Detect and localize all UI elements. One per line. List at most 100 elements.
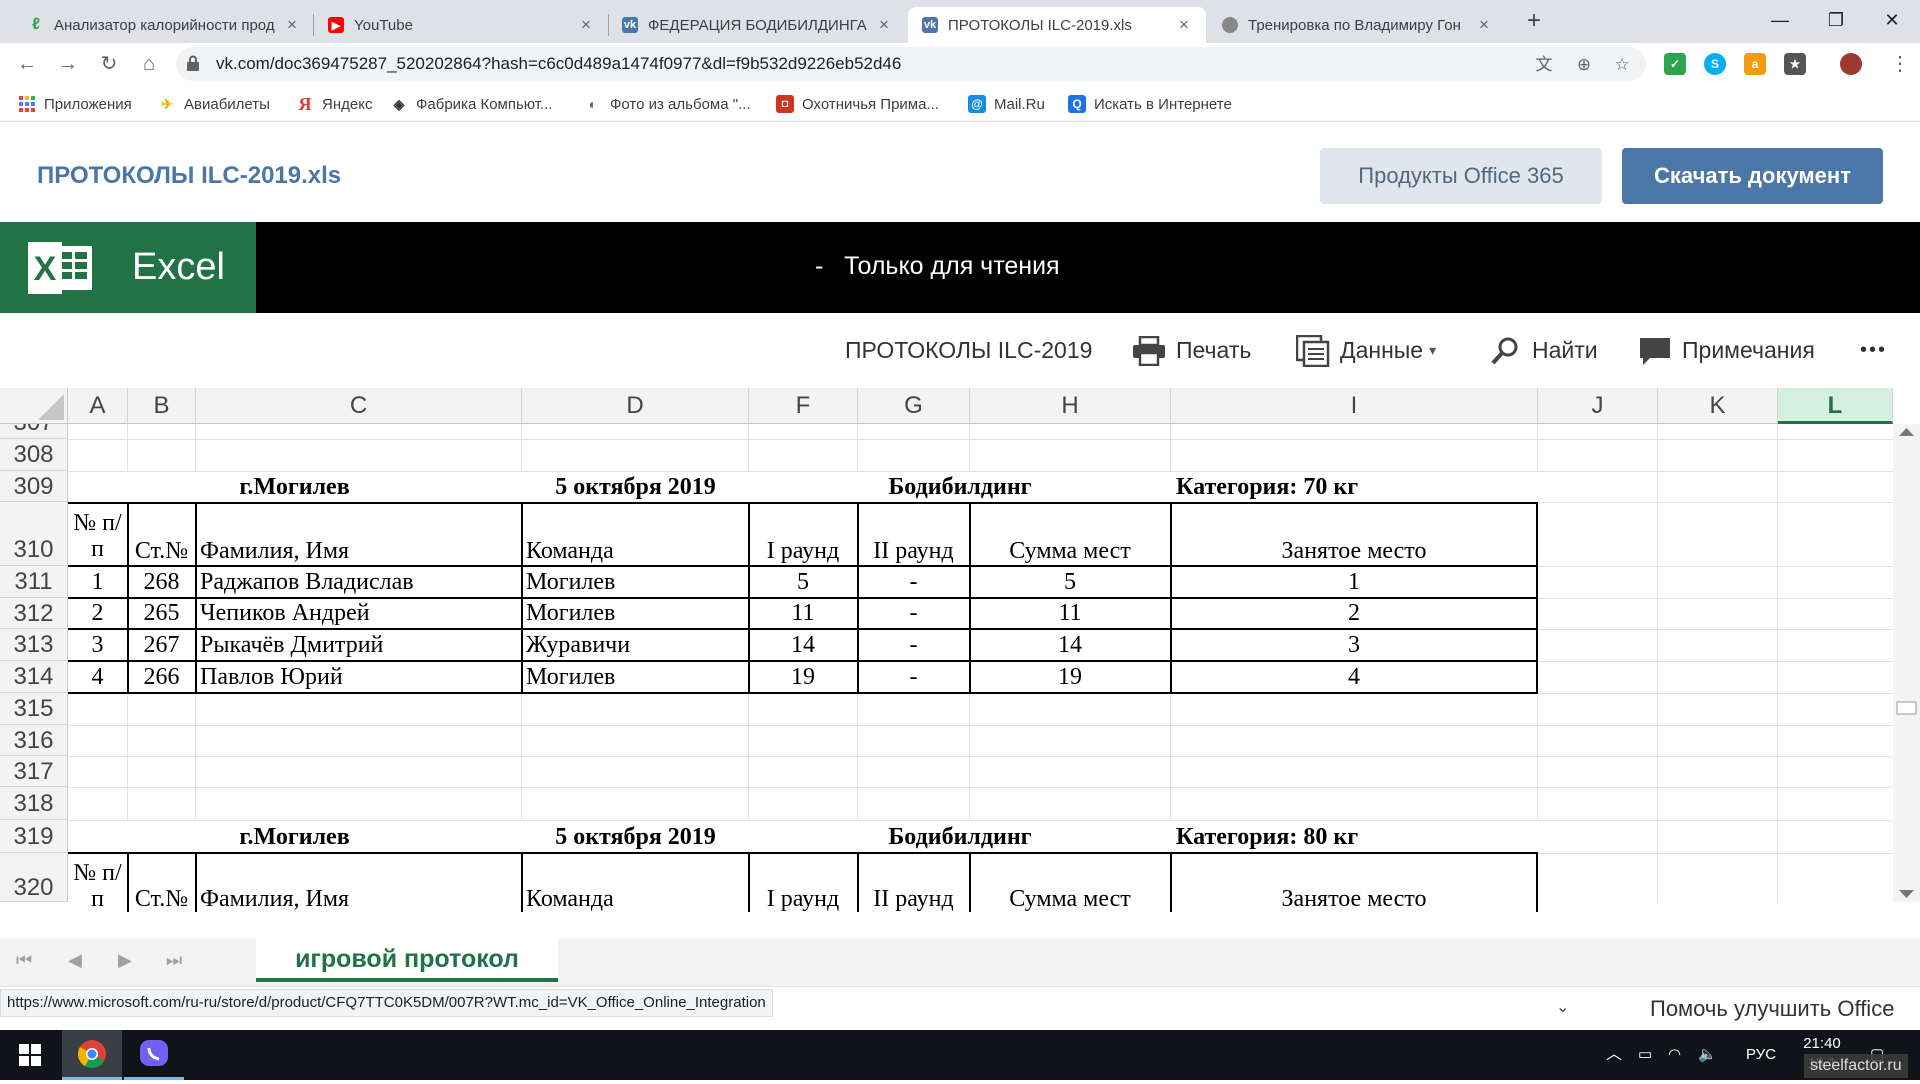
viber-taskbar-icon[interactable] (124, 1030, 184, 1080)
cell-header-round2[interactable]: II раунд (858, 538, 969, 565)
cell-category[interactable]: Категория: 80 кг (1176, 824, 1358, 851)
row-header[interactable]: 313 (0, 629, 68, 661)
cell-team[interactable]: Могилев (526, 600, 615, 627)
office-products-button[interactable]: Продукты Office 365 (1320, 148, 1602, 204)
extension-check-icon[interactable]: ✓ (1664, 53, 1686, 75)
avatar[interactable] (1840, 53, 1862, 75)
volume-icon[interactable]: 🔈 (1698, 1030, 1717, 1080)
column-header[interactable]: C (196, 388, 522, 424)
row-header[interactable]: 314 (0, 661, 68, 693)
cell-sport[interactable]: Бодибилдинг (749, 824, 1171, 851)
bookmark-item[interactable]: @ Mail.Ru (968, 86, 1045, 122)
bookmark-item[interactable]: ◘ Охотничья Прима... (776, 86, 939, 122)
cell-start[interactable]: 268 (128, 569, 195, 596)
bookmark-item[interactable]: ✈ Авиабилеты (158, 86, 270, 122)
cell-date[interactable]: 5 октября 2019 (522, 824, 749, 851)
extension-star-icon[interactable]: ★ (1784, 53, 1806, 75)
address-bar[interactable]: vk.com/doc369475287_520202864?hash=c6c0d… (176, 47, 1646, 81)
next-sheet-icon[interactable]: ▶ (118, 950, 132, 971)
cell-header-round1[interactable]: I раунд (749, 886, 857, 912)
cell-sum[interactable]: 14 (970, 632, 1170, 659)
bookmark-item[interactable]: Q Искать в Интернете (1068, 86, 1232, 122)
close-window-button[interactable]: ✕ (1864, 0, 1920, 40)
first-sheet-icon[interactable]: ⏮ (16, 950, 32, 971)
maximize-button[interactable]: ❐ (1808, 0, 1864, 40)
row-header[interactable]: 318 (0, 787, 68, 820)
cell-header-num[interactable]: № п/ п (68, 510, 127, 562)
cell-sport[interactable]: Бодибилдинг (749, 474, 1171, 501)
cell-start[interactable]: 265 (128, 600, 195, 627)
battery-icon[interactable]: ▭ (1638, 1030, 1652, 1080)
cell-name[interactable]: Рыкачёв Дмитрий (200, 632, 383, 659)
data-menu-button[interactable]: Данные ▾ (1296, 313, 1436, 388)
cell-round1[interactable]: 11 (749, 600, 857, 627)
select-all-corner[interactable] (0, 388, 68, 424)
bookmark-item[interactable]: Я Яндекс (296, 86, 373, 122)
browser-tab[interactable]: ▶ YouTube × (314, 7, 608, 43)
cell-team[interactable]: Журавичи (526, 632, 630, 659)
column-header[interactable]: K (1658, 388, 1778, 424)
scroll-thumb[interactable] (1896, 701, 1917, 715)
scroll-down-icon[interactable] (1899, 890, 1914, 898)
column-header[interactable]: I (1171, 388, 1538, 424)
cell-num[interactable]: 3 (68, 632, 127, 659)
cell-round2[interactable]: - (858, 600, 969, 627)
cell-header-sum[interactable]: Сумма мест (970, 886, 1170, 912)
close-icon[interactable]: × (284, 15, 300, 35)
browser-tab[interactable]: ℓ Анализатор калорийности прод × (14, 7, 314, 43)
cell-team[interactable]: Могилев (526, 664, 615, 691)
wifi-icon[interactable]: ◠ (1668, 1030, 1681, 1080)
browser-tab[interactable]: Тренировка по Владимиру Гон × (1208, 7, 1506, 43)
column-header-selected[interactable]: L (1778, 388, 1893, 424)
cell-name[interactable]: Павлов Юрий (200, 664, 343, 691)
close-icon[interactable]: × (1476, 15, 1492, 35)
shopping-extension-icon[interactable]: a (1744, 53, 1766, 75)
download-document-button[interactable]: Скачать документ (1622, 148, 1883, 204)
browser-tab[interactable]: vk ФЕДЕРАЦИЯ БОДИБИЛДИНГА × (608, 7, 906, 43)
prev-sheet-icon[interactable]: ◀ (68, 950, 82, 971)
cell-city[interactable]: г.Могилев (68, 824, 521, 851)
cell-round1[interactable]: 14 (749, 632, 857, 659)
new-tab-button[interactable]: + (1520, 8, 1548, 36)
row-header[interactable]: 307 (0, 424, 68, 439)
home-button[interactable]: ⌂ (134, 49, 164, 79)
cell-sum[interactable]: 19 (970, 664, 1170, 691)
spreadsheet-grid[interactable]: A B C D F G H I J K L 307 308 309 310 31… (0, 388, 1920, 912)
cell-city[interactable]: г.Могилев (68, 474, 521, 501)
cell-num[interactable]: 2 (68, 600, 127, 627)
row-header[interactable]: 310 (0, 502, 68, 566)
bookmark-item[interactable]: Приложения (18, 86, 132, 122)
row-header[interactable]: 320 (0, 853, 68, 902)
cell-date[interactable]: 5 октября 2019 (522, 474, 749, 501)
cell-header-start[interactable]: Ст.№ (128, 538, 195, 565)
column-header[interactable]: F (749, 388, 858, 424)
more-options-button[interactable]: ••• (1860, 313, 1887, 388)
column-header[interactable]: D (522, 388, 749, 424)
row-header[interactable]: 319 (0, 820, 68, 853)
cell-header-num[interactable]: № п/ п (68, 860, 127, 912)
bookmark-item[interactable]: ◐ Фото из альбома "... (584, 86, 751, 122)
zoom-icon[interactable]: ⊕ (1574, 55, 1594, 75)
cell-sum[interactable]: 5 (970, 569, 1170, 596)
cell-round2[interactable]: - (858, 632, 969, 659)
comments-button[interactable]: Примечания (1638, 313, 1815, 388)
cell-header-sum[interactable]: Сумма мест (970, 538, 1170, 565)
close-icon[interactable]: × (876, 15, 892, 35)
row-header[interactable]: 311 (0, 566, 68, 598)
cell-num[interactable]: 1 (68, 569, 127, 596)
cell-name[interactable]: Чепиков Андрей (200, 600, 370, 627)
excel-brand[interactable]: X Excel (0, 222, 256, 313)
column-header[interactable]: J (1538, 388, 1658, 424)
row-header[interactable]: 312 (0, 598, 68, 629)
back-button[interactable]: ← (12, 49, 42, 79)
column-header[interactable]: B (128, 388, 196, 424)
cell-round1[interactable]: 19 (749, 664, 857, 691)
row-header[interactable]: 317 (0, 756, 68, 787)
scroll-up-icon[interactable] (1899, 428, 1914, 436)
cell-sum[interactable]: 11 (970, 600, 1170, 627)
cell-header-round1[interactable]: I раунд (749, 538, 857, 565)
cell-place[interactable]: 3 (1171, 632, 1537, 659)
language-indicator[interactable]: РУС (1746, 1030, 1776, 1080)
cell-category[interactable]: Категория: 70 кг (1176, 474, 1358, 501)
forward-button[interactable]: → (53, 49, 83, 79)
